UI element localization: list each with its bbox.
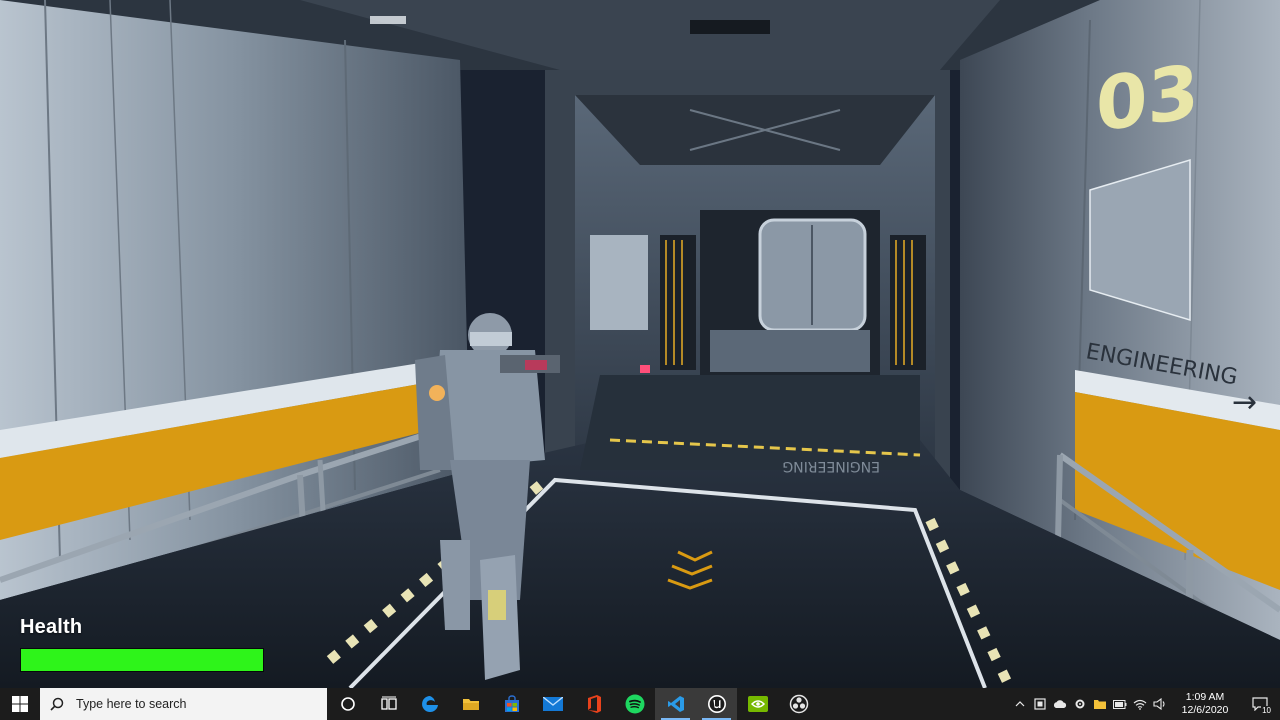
vscode-icon <box>667 696 684 712</box>
tray-folder-icon[interactable] <box>1090 688 1110 720</box>
windows-logo-icon <box>12 696 28 712</box>
store-bag-icon <box>504 695 519 712</box>
taskbar-app-obs[interactable] <box>778 688 819 720</box>
game-scene: 03 ENGINEERING → ENGINEERING <box>0 0 1280 688</box>
nvidia-icon <box>747 696 768 712</box>
cortana-button[interactable] <box>327 688 368 720</box>
taskbar-app-mail[interactable] <box>532 688 573 720</box>
tray-gear-icon[interactable] <box>1070 688 1090 720</box>
wall-number: 03 <box>1096 48 1199 149</box>
taskbar-app-edge[interactable] <box>409 688 450 720</box>
task-view-icon <box>380 696 397 710</box>
taskbar-app-vscode[interactable] <box>655 688 696 720</box>
taskbar-app-spotify[interactable] <box>614 688 655 720</box>
action-center-button[interactable]: 10 <box>1240 688 1280 720</box>
start-button[interactable] <box>0 688 40 720</box>
windows-taskbar: Type here to search 1:09 AM 12/6/2020 10 <box>0 688 1280 720</box>
arrow-right-icon: → <box>1232 385 1257 420</box>
health-hud: Health <box>20 616 270 672</box>
taskbar-app-store[interactable] <box>491 688 532 720</box>
edge-icon <box>421 696 438 712</box>
unreal-icon <box>707 695 726 713</box>
clock-time: 1:09 AM <box>1185 691 1225 703</box>
game-viewport[interactable]: 03 ENGINEERING → ENGINEERING Health <box>0 0 1280 688</box>
health-bar-fill <box>21 649 263 671</box>
mail-icon <box>542 697 563 711</box>
spotify-icon <box>625 694 644 714</box>
tray-app-icon[interactable] <box>1030 688 1050 720</box>
wifi-icon[interactable] <box>1130 688 1150 720</box>
chevron-up-icon[interactable] <box>1010 688 1030 720</box>
onedrive-cloud-icon[interactable] <box>1050 688 1070 720</box>
health-bar <box>20 648 264 672</box>
office-icon <box>587 695 601 713</box>
clock-date: 12/6/2020 <box>1181 704 1229 716</box>
taskbar-app-office[interactable] <box>573 688 614 720</box>
floor-sign: ENGINEERING <box>782 458 880 474</box>
taskbar-app-unreal-engine[interactable] <box>696 688 737 720</box>
taskbar-app-nvidia[interactable] <box>737 688 778 720</box>
taskbar-clock[interactable]: 1:09 AM 12/6/2020 <box>1174 691 1236 717</box>
taskbar-app-file-explorer[interactable] <box>450 688 491 720</box>
search-icon <box>50 697 64 711</box>
notification-count: 10 <box>1261 706 1272 715</box>
circle-icon <box>340 697 355 711</box>
task-view-button[interactable] <box>368 688 409 720</box>
folder-icon <box>462 699 479 710</box>
health-label: Health <box>20 616 83 638</box>
battery-icon[interactable] <box>1110 688 1130 720</box>
volume-icon[interactable] <box>1150 688 1170 720</box>
taskbar-search-box[interactable]: Type here to search <box>40 688 327 720</box>
search-placeholder: Type here to search <box>76 697 187 711</box>
system-tray: 1:09 AM 12/6/2020 10 <box>1010 688 1280 720</box>
obs-icon <box>789 694 808 714</box>
